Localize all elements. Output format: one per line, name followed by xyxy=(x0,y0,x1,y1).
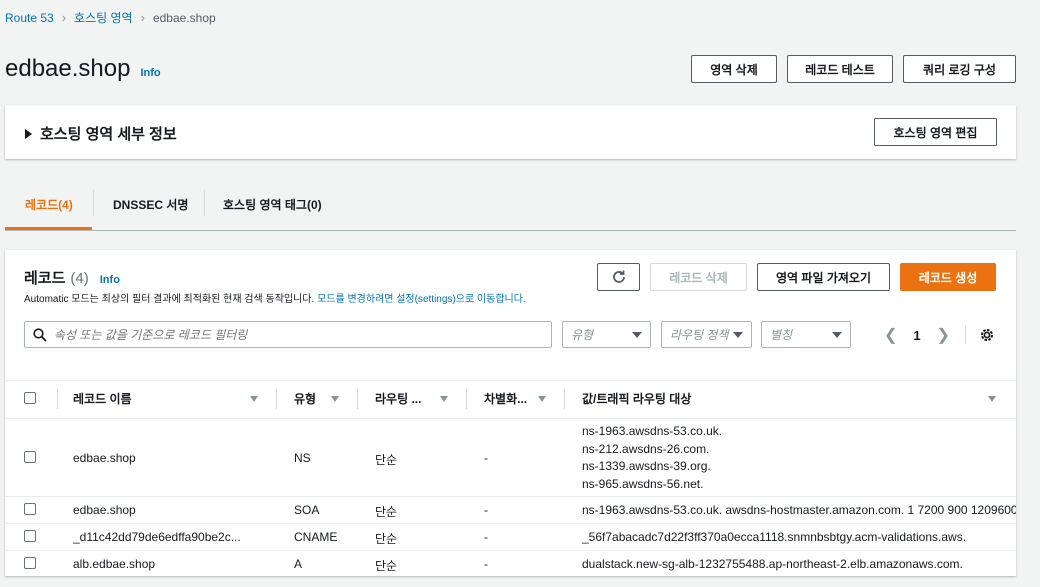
record-differentiator: - xyxy=(484,503,488,517)
column-header-name[interactable]: 레코드 이름 xyxy=(73,390,132,407)
sort-icon[interactable] xyxy=(988,396,996,402)
column-divider xyxy=(466,389,467,409)
records-info-link[interactable]: Info xyxy=(100,274,120,286)
pager-divider xyxy=(965,326,966,344)
record-value: ns-1963.awsdns-53.co.uk. awsdns-hostmast… xyxy=(582,503,1016,517)
records-heading: 레코드 (4) Info xyxy=(24,267,120,288)
chevron-left-icon[interactable]: ❮ xyxy=(884,325,897,345)
records-desc-text: Automatic 모드는 최상의 필터 결과에 최적화된 현재 검색 동작입니… xyxy=(24,294,315,305)
column-divider xyxy=(564,389,565,409)
import-zone-file-button[interactable]: 영역 파일 가져오기 xyxy=(757,263,890,291)
settings-link[interactable]: 모드를 변경하려면 설정(settings)으로 이동합니다. xyxy=(317,294,526,305)
page-title-row: edbae.shop Info xyxy=(5,55,161,83)
type-filter-select[interactable]: 유형 xyxy=(562,321,651,348)
search-input[interactable] xyxy=(54,327,534,342)
tab-records[interactable]: 레코드(4) xyxy=(25,182,73,226)
record-value: ns-1963.awsdns-53.co.uk. ns-212.awsdns-2… xyxy=(582,423,722,493)
records-title: 레코드 xyxy=(24,270,66,287)
record-type: NS xyxy=(294,451,311,465)
column-divider xyxy=(276,389,277,409)
page-title: edbae.shop xyxy=(5,55,131,82)
sort-icon[interactable] xyxy=(538,396,546,402)
edit-zone-button[interactable]: 호스팅 영역 편집 xyxy=(874,118,997,146)
column-header-type[interactable]: 유형 xyxy=(294,390,316,407)
sort-icon[interactable] xyxy=(250,396,258,402)
record-value-line: ns-965.awsdns-56.net. xyxy=(582,476,704,491)
routing-filter-label: 라우팅 정책 xyxy=(670,328,729,342)
records-count: (4) xyxy=(70,270,89,287)
zone-details-title: 호스팅 영역 세부 정보 xyxy=(40,126,177,143)
row-checkbox[interactable] xyxy=(24,557,36,569)
query-logging-button[interactable]: 쿼리 로깅 구성 xyxy=(903,55,1016,83)
column-header-routing[interactable]: 라우팅 ... xyxy=(375,390,421,407)
breadcrumb: Route 53 › 호스팅 영역 › edbae.shop xyxy=(5,9,216,26)
record-value-line: ns-1963.awsdns-53.co.uk. xyxy=(582,424,723,438)
column-header-value[interactable]: 값/트래픽 라우팅 대상 xyxy=(582,390,691,407)
row-checkbox[interactable] xyxy=(24,530,36,542)
record-name: _d11c42dd79de6edffa90be2c... xyxy=(73,530,241,544)
column-divider xyxy=(57,389,58,409)
record-routing: 단순 xyxy=(375,453,398,467)
sort-icon[interactable] xyxy=(440,396,448,402)
test-record-button[interactable]: 레코드 테스트 xyxy=(787,55,893,83)
pagination: ❮ 1 ❯ xyxy=(884,325,950,345)
caret-down-icon xyxy=(832,331,842,338)
breadcrumb-current: edbae.shop xyxy=(152,10,216,25)
record-type: A xyxy=(294,557,303,571)
row-checkbox[interactable] xyxy=(24,451,36,463)
chevron-right-icon[interactable]: ❯ xyxy=(937,325,950,345)
caret-down-icon xyxy=(733,331,743,338)
record-name: edbae.shop xyxy=(73,503,136,517)
breadcrumb-hosted-zones-link[interactable]: 호스팅 영역 xyxy=(74,9,133,26)
record-name: alb.edbae.shop xyxy=(73,557,156,571)
refresh-icon xyxy=(612,270,625,283)
row-checkbox[interactable] xyxy=(24,503,36,515)
record-type: CNAME xyxy=(294,530,338,544)
records-description: Automatic 모드는 최상의 필터 결과에 최적화된 현재 검색 동작입니… xyxy=(24,290,526,305)
tab-divider xyxy=(204,190,205,216)
column-header-differentiator[interactable]: 차별화... xyxy=(484,390,527,407)
record-routing: 단순 xyxy=(375,505,398,519)
active-tab-indicator xyxy=(5,227,92,230)
type-filter-label: 유형 xyxy=(571,328,594,342)
record-name: edbae.shop xyxy=(73,451,136,465)
record-type: SOA xyxy=(294,503,320,517)
chevron-right-icon: › xyxy=(61,10,67,25)
delete-zone-button[interactable]: 영역 삭제 xyxy=(691,55,777,83)
tab-dnssec[interactable]: DNSSEC 서명 xyxy=(113,182,188,226)
create-record-button[interactable]: 레코드 생성 xyxy=(900,263,996,291)
column-divider xyxy=(357,389,358,409)
search-box[interactable] xyxy=(24,321,552,348)
gear-icon[interactable] xyxy=(979,327,995,343)
row-divider xyxy=(5,523,1016,524)
breadcrumb-route53-link[interactable]: Route 53 xyxy=(5,11,54,25)
record-differentiator: - xyxy=(484,451,488,465)
alias-filter-select[interactable]: 별칭 xyxy=(761,321,851,348)
routing-policy-filter-select[interactable]: 라우팅 정책 xyxy=(661,321,752,348)
record-value: dualstack.new-sg-alb-1232755488.ap-north… xyxy=(582,557,963,571)
zone-details-toggle[interactable]: 호스팅 영역 세부 정보 xyxy=(25,123,177,144)
chevron-right-icon: › xyxy=(140,10,145,25)
caret-down-icon xyxy=(632,331,642,338)
delete-record-button[interactable]: 레코드 삭제 xyxy=(650,263,747,291)
record-differentiator: - xyxy=(484,530,488,544)
caret-right-icon xyxy=(25,128,32,139)
tab-zone-tags[interactable]: 호스팅 영역 태그(0) xyxy=(223,182,322,226)
search-icon xyxy=(33,327,47,342)
record-value: _56f7abacadc7d22f3ff370a0ecca1118.snmnbs… xyxy=(582,530,967,544)
alias-filter-label: 별칭 xyxy=(770,328,793,342)
current-page[interactable]: 1 xyxy=(913,328,920,343)
record-routing: 단순 xyxy=(375,559,398,573)
record-differentiator: - xyxy=(484,557,488,571)
select-all-checkbox[interactable] xyxy=(24,392,36,404)
refresh-button[interactable] xyxy=(597,263,640,291)
tab-divider xyxy=(93,190,94,216)
record-value-line: ns-1339.awsdns-39.org. xyxy=(582,459,711,473)
row-divider xyxy=(5,496,1016,497)
record-routing: 단순 xyxy=(375,532,398,546)
row-divider xyxy=(5,550,1016,551)
record-value-line: ns-212.awsdns-26.com. xyxy=(582,441,710,456)
sort-icon[interactable] xyxy=(331,396,339,402)
info-link[interactable]: Info xyxy=(140,67,160,79)
